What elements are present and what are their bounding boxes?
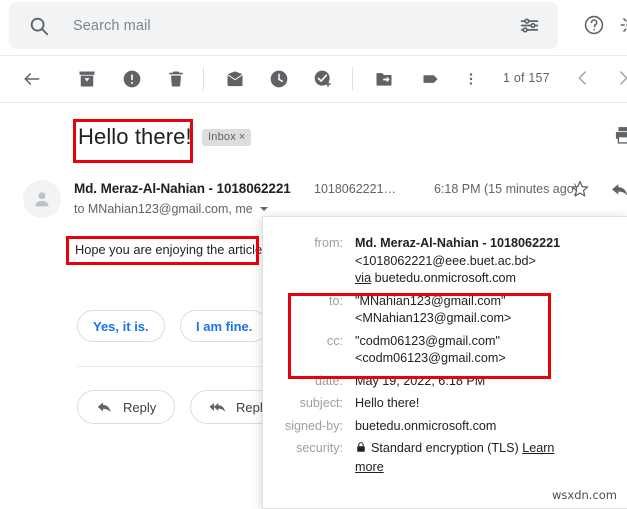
details-row-to: to: "MNahian123@gmail.com" [277, 293, 570, 311]
chevron-right-icon[interactable] [614, 69, 627, 87]
details-row-signed-by: signed-by: buetedu.onmicrosoft.com [277, 418, 570, 436]
message-timestamp: 6:18 PM (15 minutes ago) [434, 182, 578, 196]
arrow-back-icon[interactable] [22, 69, 42, 89]
details-row-subject: subject: Hello there! [277, 395, 570, 413]
help-circle-icon[interactable] [583, 14, 605, 36]
page-count: 1 of 157 [503, 71, 550, 85]
divider-below-toolbar [0, 102, 627, 103]
details-value-security: Standard encryption (TLS) [371, 441, 519, 455]
details-value-signed-by: buetedu.onmicrosoft.com [355, 418, 497, 433]
details-row-cc-address: <codm06123@gmail.com> [277, 350, 570, 368]
add-to-tasks-icon[interactable] [313, 69, 333, 89]
toolbar-divider-2 [352, 67, 353, 91]
toolbar-divider-1 [203, 67, 204, 91]
clock-snooze-icon[interactable] [269, 69, 289, 89]
lock-icon [355, 441, 367, 459]
watermark: wsxdn.com [552, 488, 618, 502]
details-value-date: May 19, 2022, 6:18 PM [355, 373, 486, 388]
close-icon[interactable]: × [239, 131, 246, 143]
recipients-line: to MNahian123@gmail.com, me [74, 202, 253, 216]
reply-arrow-icon [96, 399, 113, 416]
chevron-left-icon[interactable] [574, 69, 592, 87]
search-placeholder: Search mail [73, 17, 151, 34]
details-value-from-address: <1018062221@eee.buet.ac.bd> [355, 253, 536, 268]
sender-email: 1018062221… [314, 182, 397, 196]
message-body: Hope you are enjoying the article [75, 242, 263, 257]
details-table: from: Md. Meraz-Al-Nahian - 1018062221 <… [277, 235, 570, 476]
label-tag-icon[interactable] [421, 69, 441, 89]
sender-name: Md. Meraz-Al-Nahian - 1018062221 [74, 181, 291, 196]
gear-icon[interactable] [619, 14, 627, 36]
label-chip-inbox[interactable]: Inbox × [202, 129, 251, 146]
divider-below-chips [77, 366, 262, 367]
details-row-to-address: <MNahian123@gmail.com> [277, 310, 570, 328]
search-icon [28, 15, 50, 37]
message-details-popup: from: Md. Meraz-Al-Nahian - 1018062221 <… [262, 216, 627, 509]
details-value-cc-name: "codm06123@gmail.com" [355, 333, 500, 348]
search-bar-row: Search mail [0, 0, 627, 56]
reply-button-label: Reply [123, 399, 157, 415]
print-icon[interactable] [613, 125, 627, 145]
reply-all-button-label: Repl [236, 399, 263, 415]
chevron-down-icon[interactable] [260, 207, 268, 211]
details-row-security: security: Standard encryption (TLS) Lear… [277, 440, 570, 476]
page-title: Hello there! [78, 124, 192, 149]
star-icon[interactable] [570, 179, 590, 199]
details-value-via-domain: buetedu.onmicrosoft.com [374, 271, 517, 285]
search-input[interactable]: Search mail [9, 2, 558, 49]
details-row-cc: cc: "codm06123@gmail.com" [277, 333, 570, 351]
details-row-date: date: May 19, 2022, 6:18 PM [277, 373, 570, 391]
message-toolbar: 1 of 157 [0, 56, 627, 103]
more-vertical-icon[interactable] [463, 69, 479, 89]
details-label-subject: subject: [299, 396, 343, 410]
reply-arrow-icon[interactable] [610, 180, 627, 200]
person-avatar-icon [35, 192, 49, 207]
label-chip-text: Inbox [208, 131, 236, 143]
details-label-signed-by: signed-by: [284, 418, 343, 433]
details-label-to: to: [328, 293, 343, 308]
details-label-date: date: [314, 373, 343, 388]
avatar [23, 180, 61, 218]
report-spam-icon[interactable] [122, 69, 142, 89]
trash-delete-icon[interactable] [166, 69, 186, 89]
mark-unread-icon[interactable] [225, 69, 245, 89]
details-row-via: via buetedu.onmicrosoft.com [277, 270, 570, 288]
gmail-message-view: Search mail 1 of 157 Hello there! Inbox … [0, 0, 627, 509]
details-label-cc: cc: [326, 333, 343, 348]
details-value-cc-address: <codm06123@gmail.com> [355, 351, 506, 365]
smart-reply-chip-0[interactable]: Yes, it is. [77, 310, 165, 342]
details-value-subject: Hello there! [355, 396, 420, 410]
tune-filter-icon[interactable] [519, 15, 540, 36]
move-to-folder-icon[interactable] [374, 69, 394, 89]
details-row-from-address: <1018062221@eee.buet.ac.bd> [277, 253, 570, 271]
details-label-from: from: [314, 236, 343, 250]
smart-reply-chip-1[interactable]: I am fine. [180, 310, 269, 342]
reply-all-arrow-icon [209, 399, 226, 416]
details-value-to-address: <MNahian123@gmail.com> [355, 311, 512, 325]
reply-button[interactable]: Reply [77, 390, 176, 424]
details-value-via-prefix: via [355, 271, 372, 285]
details-label-security: security: [296, 441, 343, 455]
details-row-from: from: Md. Meraz-Al-Nahian - 1018062221 [277, 235, 570, 253]
details-value-to-name: "MNahian123@gmail.com" [355, 293, 506, 308]
archive-icon[interactable] [77, 69, 97, 89]
details-value-from-name: Md. Meraz-Al-Nahian - 1018062221 [355, 236, 561, 250]
